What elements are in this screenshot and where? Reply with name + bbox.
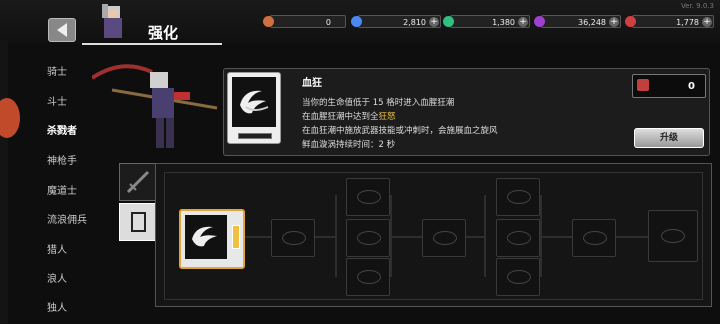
resource-value: 1,778 xyxy=(676,18,699,27)
skill-rune-icon xyxy=(507,190,531,204)
back-button[interactable] xyxy=(48,18,76,42)
add-crystal-button[interactable]: + xyxy=(609,17,619,27)
sidebar-item-mage[interactable]: 魔道士 xyxy=(47,182,77,197)
resource-value: 1,380 xyxy=(492,18,515,27)
skill-rune-icon xyxy=(661,229,685,243)
class-emblem-icon xyxy=(0,98,20,138)
ticket-icon xyxy=(263,16,274,27)
orb-icon xyxy=(443,16,454,27)
crystal-icon xyxy=(534,16,545,27)
skill-node[interactable] xyxy=(496,258,540,296)
add-orb-button[interactable]: + xyxy=(518,17,528,27)
skill-rune-icon xyxy=(433,231,457,245)
skill-node[interactable] xyxy=(346,178,390,216)
skill-node[interactable] xyxy=(572,219,616,257)
skill-node[interactable] xyxy=(496,219,540,257)
resource-potion: 1,778 + xyxy=(625,15,714,28)
skill-node-final[interactable] xyxy=(648,210,698,262)
book-icon xyxy=(131,212,146,232)
sidebar-item-gunner[interactable]: 神枪手 xyxy=(47,152,77,167)
character-avatar xyxy=(102,4,122,38)
title-underline xyxy=(82,43,222,45)
skill-rune-icon xyxy=(282,231,306,245)
resource-value: 0 xyxy=(325,18,331,27)
potion-icon xyxy=(625,16,636,27)
sidebar-item-slayer[interactable]: 杀戮者 xyxy=(47,122,77,137)
sidebar-item-fighter[interactable]: 斗士 xyxy=(47,93,67,108)
blood-rage-icon xyxy=(240,90,269,114)
sword-icon xyxy=(126,170,150,194)
tree-connector xyxy=(540,236,572,238)
material-count-box: 0 xyxy=(632,74,706,98)
skill-rune-icon xyxy=(357,231,381,245)
skill-node[interactable] xyxy=(271,219,315,257)
skill-name: 血狂 xyxy=(302,78,322,89)
upgrade-button[interactable]: 升级 xyxy=(634,128,704,148)
version-label: Ver. 9.0.3 xyxy=(680,2,714,10)
sidebar-item-mercenary[interactable]: 流浪佣兵 xyxy=(47,211,87,226)
skill-desc-line1: 当你的生命值低于 15 格时进入血腥狂潮 xyxy=(302,98,455,108)
back-arrow-icon xyxy=(57,23,67,37)
skill-desc-line4: 鲜血漩涡持续时间：2 秒 xyxy=(302,140,396,150)
skill-rune-icon xyxy=(357,270,381,284)
skill-icon-card xyxy=(227,72,281,144)
sidebar-item-ronin[interactable]: 浪人 xyxy=(47,270,67,285)
resource-value: 2,810 xyxy=(403,18,426,27)
skill-rune-icon xyxy=(357,190,381,204)
skill-desc-line3: 在血狂潮中施放武器技能或冲刺时，会施展血之旋风 xyxy=(302,126,498,136)
sidebar-item-knight[interactable]: 骑士 xyxy=(47,63,67,78)
sidebar-edge xyxy=(0,40,8,324)
skill-node[interactable] xyxy=(346,258,390,296)
material-icon xyxy=(637,79,649,91)
skill-rune-icon xyxy=(507,270,531,284)
tree-connector xyxy=(390,236,422,238)
diamond-icon xyxy=(351,16,362,27)
skill-node[interactable] xyxy=(422,219,466,257)
selected-indicator xyxy=(232,225,240,249)
skill-desc-highlight: 狂怒 xyxy=(378,112,396,122)
tree-connector xyxy=(484,195,486,277)
page-title: 强化 xyxy=(148,24,179,42)
skill-desc-text: 在血腥狂潮中达到全 xyxy=(302,112,379,122)
resource-ticket: 0 xyxy=(263,15,346,28)
skill-desc-line2: 在血腥狂潮中达到全狂怒 xyxy=(302,110,396,122)
add-potion-button[interactable]: + xyxy=(702,17,712,27)
character-sprite xyxy=(92,64,218,148)
tab-skills[interactable] xyxy=(119,203,157,241)
tree-connector xyxy=(335,195,337,277)
skill-rune-icon xyxy=(507,231,531,245)
resource-value: 36,248 xyxy=(578,18,606,27)
skill-node-selected[interactable] xyxy=(179,209,245,269)
tab-weapon[interactable] xyxy=(119,163,157,201)
tree-connector xyxy=(313,236,335,238)
material-count: 0 xyxy=(688,81,695,92)
resource-crystal: 36,248 + xyxy=(534,15,621,28)
tree-connector xyxy=(241,236,271,238)
sidebar-item-hunter[interactable]: 猎人 xyxy=(47,241,67,256)
skill-level-bar xyxy=(238,133,272,139)
skill-node[interactable] xyxy=(496,178,540,216)
resource-orb: 1,380 + xyxy=(443,15,530,28)
sidebar-item-extra[interactable]: 独人 xyxy=(47,299,67,314)
add-diamond-button[interactable]: + xyxy=(429,17,439,27)
tree-connector xyxy=(464,236,484,238)
tree-connector xyxy=(614,236,648,238)
skill-rune-icon xyxy=(583,231,607,245)
blood-rage-icon xyxy=(192,226,217,247)
skill-node[interactable] xyxy=(346,219,390,257)
resource-diamond: 2,810 + xyxy=(351,15,441,28)
